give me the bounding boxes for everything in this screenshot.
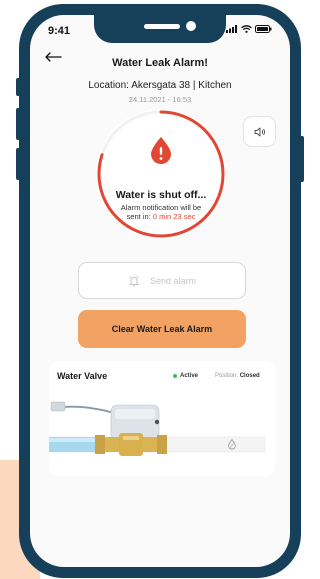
notch (94, 15, 226, 43)
battery-icon (255, 25, 272, 33)
valve-position-value: Closed (239, 373, 260, 379)
valve-state: Active (180, 373, 199, 379)
side-button-mute (16, 78, 20, 96)
side-button-volume-down (16, 148, 20, 180)
valve-position: Position: Closed (215, 373, 260, 379)
valve-status: Active (173, 373, 198, 379)
sound-toggle-button[interactable] (243, 116, 276, 147)
location-label: Location: Akersgata 38 | Kitchen (88, 80, 232, 91)
valve-illustration (49, 401, 266, 456)
alarm-notice-line: Alarm notification will be (120, 203, 202, 212)
page-title: Water Leak Alarm! (112, 57, 208, 69)
water-valve-card[interactable]: Water Valve Active Position: Closed (49, 361, 275, 476)
wifi-icon (241, 25, 252, 33)
valve-title: Water Valve (57, 371, 108, 381)
status-icons (226, 25, 272, 33)
app-screen: 9:41 Water Leak Alarm! Location: Akersga… (30, 15, 290, 567)
countdown-value: 0 min 23 sec (152, 212, 196, 221)
side-button-power (300, 136, 304, 182)
speaker-icon (254, 127, 265, 136)
alarm-timestamp: 24.11.2021 - 16:53 (128, 95, 192, 104)
alarm-countdown-line: sent in: 0 min 23 sec (96, 212, 226, 221)
valve-position-label: Position: (215, 373, 239, 379)
send-alarm-label: Send alarm (149, 275, 197, 286)
countdown-prefix: sent in: (126, 212, 151, 221)
send-alarm-button[interactable]: Send alarm (78, 262, 246, 299)
side-button-volume-up (16, 108, 20, 140)
countdown-ring: Water is shut off... Alarm notification … (96, 109, 226, 239)
clear-alarm-button[interactable]: Clear Water Leak Alarm (78, 310, 246, 348)
status-time: 9:41 (48, 25, 71, 37)
bell-icon (128, 275, 140, 286)
clear-alarm-label: Clear Water Leak Alarm (111, 324, 213, 334)
alarm-notice: Alarm notification will be sent in: 0 mi… (96, 203, 226, 221)
alarm-headline: Water is shut off... (115, 189, 207, 201)
notch-camera (186, 21, 196, 31)
signal-icon (226, 25, 237, 33)
status-dot (173, 374, 177, 378)
notch-speaker (144, 24, 180, 29)
water-drop-alert-icon (151, 137, 171, 164)
